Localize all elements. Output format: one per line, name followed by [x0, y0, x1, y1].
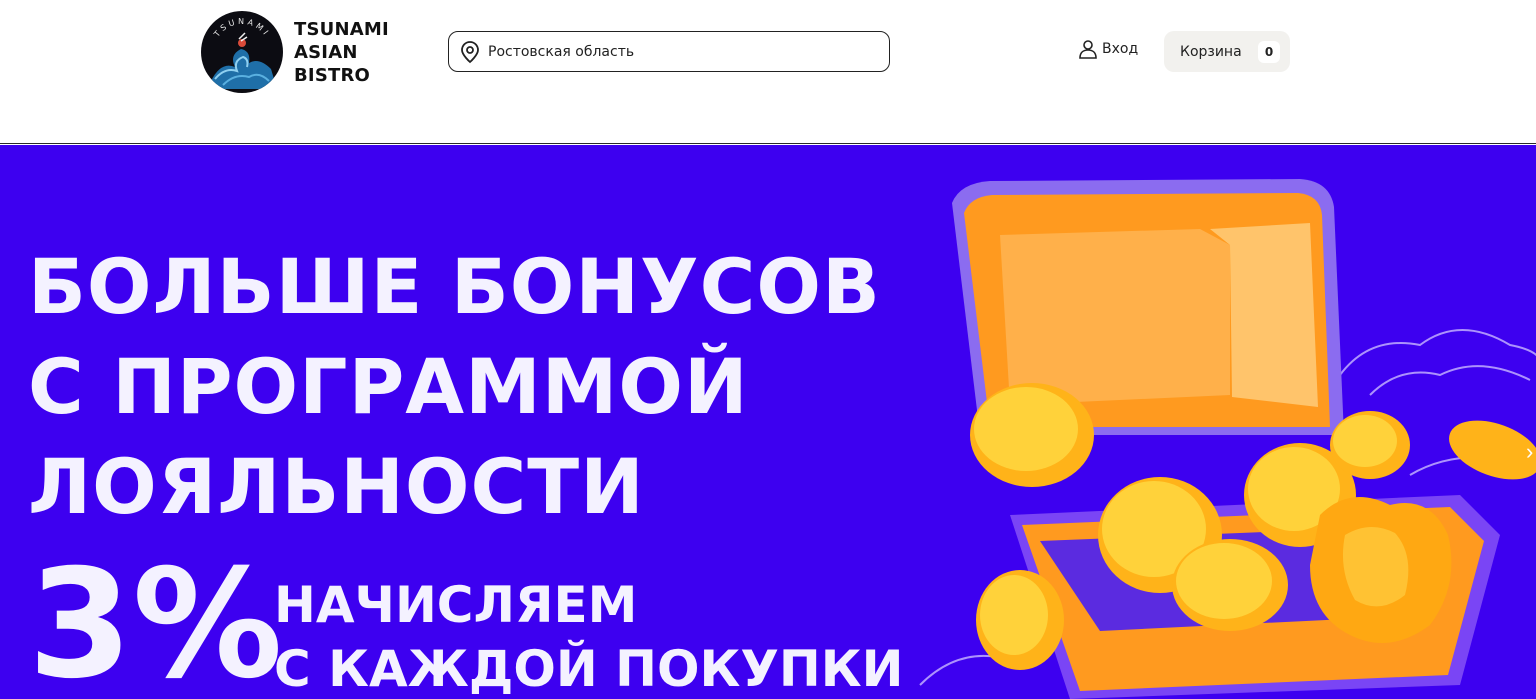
logo-line-2: ASIAN — [294, 41, 358, 63]
banner-subline: НАЧИСЛЯЕМ С КАЖДОЙ ПОКУПКИ — [274, 573, 904, 699]
wave-logo-icon: TSUNAMI — [207, 17, 277, 89]
logo-wordmark: TSUNAMI ASIAN BISTRO — [294, 18, 389, 87]
site-logo[interactable]: TSUNAMI TSUNAMI ASIAN BISTRO — [201, 11, 389, 93]
banner-headline-line-2: С ПРОГРАММОЙ — [28, 342, 749, 431]
banner-headline-line-1: БОЛЬШЕ БОНУСОВ — [28, 242, 881, 331]
promo-banner[interactable]: БОЛЬШЕ БОНУСОВ С ПРОГРАММОЙ ЛОЯЛЬНОСТИ 3… — [0, 145, 1536, 699]
login-label: Вход — [1102, 41, 1139, 57]
next-slide-icon[interactable]: › — [1526, 435, 1536, 469]
banner-headline-line-3: ЛОЯЛЬНОСТИ — [28, 442, 645, 531]
user-icon — [1079, 40, 1097, 59]
banner-headline: БОЛЬШЕ БОНУСОВ С ПРОГРАММОЙ ЛОЯЛЬНОСТИ — [28, 237, 881, 537]
cart-label: Корзина — [1180, 43, 1242, 60]
cart-count-badge: 0 — [1258, 41, 1280, 63]
map-pin-icon — [461, 40, 479, 63]
logo-line-3: BISTRO — [294, 64, 371, 86]
logo-emblem: TSUNAMI — [201, 11, 283, 93]
location-field[interactable] — [448, 31, 890, 72]
banner-subline-line-1: НАЧИСЛЯЕМ — [274, 576, 638, 634]
site-header: TSUNAMI TSUNAMI ASIAN BISTRO Вход — [0, 0, 1536, 144]
banner-percent: 3% — [28, 538, 283, 699]
location-input[interactable] — [488, 43, 868, 60]
login-button[interactable]: Вход — [1078, 39, 1138, 59]
banner-subline-line-2: С КАЖДОЙ ПОКУПКИ — [274, 640, 904, 698]
cart-button[interactable]: Корзина 0 — [1164, 31, 1290, 72]
treasure-chest-illustration — [919, 179, 1536, 699]
logo-line-1: TSUNAMI — [294, 18, 389, 40]
